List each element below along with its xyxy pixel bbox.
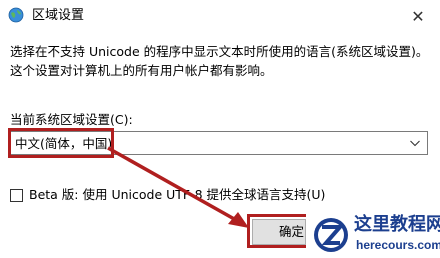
locale-dropdown[interactable]: 中文(简体，中国) xyxy=(10,131,428,155)
locale-label: 当前系统区域设置(C): xyxy=(10,112,133,127)
beta-utf8-checkbox[interactable] xyxy=(10,188,23,202)
description-text: 选择在不支持 Unicode 的程序中显示文本时所使用的语言(系统区域设置)。这… xyxy=(10,44,429,78)
globe-icon xyxy=(8,7,24,23)
close-button[interactable]: ✕ xyxy=(396,0,440,32)
window-title: 区域设置 xyxy=(32,8,85,23)
beta-utf8-option[interactable]: Beta 版: 使用 Unicode UTF-8 提供全球语言支持(U) xyxy=(10,186,325,204)
ok-button-label: 确定 xyxy=(279,224,305,239)
watermark-cn-text: 这里教程网 xyxy=(354,214,440,235)
beta-utf8-label: Beta 版: 使用 Unicode UTF-8 提供全球语言支持(U) xyxy=(29,187,326,202)
title-bar: 区域设置 ✕ xyxy=(0,0,440,32)
ok-button[interactable]: 确定 xyxy=(252,219,306,245)
watermark-logo xyxy=(314,218,348,252)
region-settings-dialog: 区域设置 ✕ 选择在不支持 Unicode 的程序中显示文本时所使用的语言(系统… xyxy=(0,0,440,258)
locale-selected-value: 中文(简体，中国) xyxy=(15,136,113,151)
chevron-down-icon xyxy=(410,140,420,147)
close-icon: ✕ xyxy=(411,6,425,26)
watermark-en-text: herecours.com xyxy=(356,238,440,252)
site-watermark: 这里教程网 herecours.com xyxy=(306,212,440,258)
